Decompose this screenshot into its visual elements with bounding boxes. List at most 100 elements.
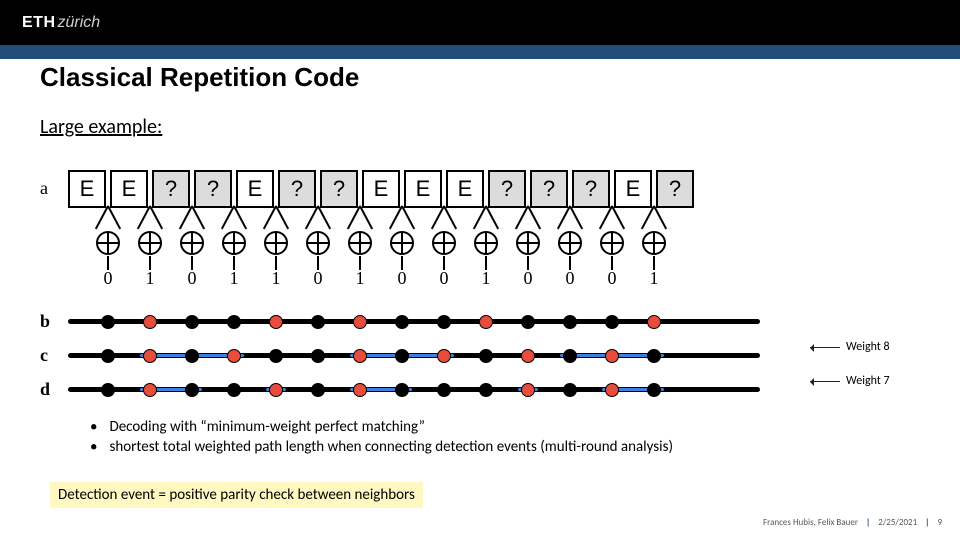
header-bar: ETH zürich: [0, 0, 960, 45]
bit-value: 1: [467, 268, 505, 289]
state-box: ?: [530, 170, 568, 208]
weight-c-label: Weight 8: [810, 340, 890, 354]
xor-icon: [557, 230, 583, 256]
xor-row: [68, 208, 828, 268]
black-dot-icon: [563, 315, 577, 329]
bit-value: 1: [215, 268, 253, 289]
bit-value: 0: [593, 268, 631, 289]
row-label-b: b: [40, 311, 50, 332]
bit-value: 0: [173, 268, 211, 289]
bit-value: 1: [635, 268, 673, 289]
red-dot-icon: [647, 315, 661, 329]
row-label-a: a: [40, 178, 48, 199]
track-c: c: [60, 339, 780, 373]
xor-icon: [137, 230, 163, 256]
state-box: ?: [152, 170, 190, 208]
state-box: ?: [656, 170, 694, 208]
footer-page: 9: [937, 517, 942, 528]
black-dot-icon: [647, 349, 661, 363]
black-dot-icon: [647, 383, 661, 397]
footer: Frances Hubis, Felix Bauer | 2/25/2021 |…: [763, 517, 942, 528]
logo-eth: ETH: [22, 14, 56, 32]
xor-cell: [341, 208, 379, 268]
weight-d-text: Weight 7: [846, 374, 890, 388]
bit-value: 0: [509, 268, 547, 289]
state-box: E: [362, 170, 400, 208]
dots-b: [89, 312, 673, 332]
xor-cell: [131, 208, 169, 268]
xor-icon: [179, 230, 205, 256]
black-dot-icon: [311, 383, 325, 397]
subtitle: Large example:: [40, 115, 920, 139]
black-dot-icon: [311, 315, 325, 329]
xor-icon: [305, 230, 331, 256]
black-dot-icon: [101, 349, 115, 363]
black-dot-icon: [395, 315, 409, 329]
black-dot-icon: [101, 315, 115, 329]
xor-icon: [473, 230, 499, 256]
state-box: E: [404, 170, 442, 208]
xor-cell: [656, 208, 694, 268]
black-dot-icon: [605, 315, 619, 329]
logo-zurich: zürich: [58, 14, 101, 32]
red-dot-icon: [143, 315, 157, 329]
red-dot-icon: [437, 349, 451, 363]
xor-cell: [593, 208, 631, 268]
footer-date: 2/25/2021: [878, 517, 917, 528]
title-accent-bar: [0, 45, 960, 59]
black-dot-icon: [185, 349, 199, 363]
xor-cell: [551, 208, 589, 268]
black-dot-icon: [437, 315, 451, 329]
state-boxes: EE??E??EEE???E?: [68, 170, 694, 208]
xor-icon: [389, 230, 415, 256]
xor-cell: [215, 208, 253, 268]
red-dot-icon: [143, 349, 157, 363]
row-label-c: c: [40, 345, 48, 366]
tracks: b c d: [60, 305, 820, 407]
red-dot-icon: [521, 383, 535, 397]
footer-authors: Frances Hubis, Felix Bauer: [763, 517, 858, 528]
definition-highlight: Detection event = positive parity check …: [50, 482, 423, 508]
dots-d: [89, 380, 673, 400]
xor-cell: [89, 208, 127, 268]
state-box: ?: [320, 170, 358, 208]
xor-cell: [383, 208, 421, 268]
arrow-left-icon: [810, 347, 840, 348]
xor-icon: [347, 230, 373, 256]
bit-value: 1: [257, 268, 295, 289]
red-dot-icon: [353, 383, 367, 397]
red-dot-icon: [479, 315, 493, 329]
black-dot-icon: [185, 315, 199, 329]
black-dot-icon: [311, 349, 325, 363]
black-dot-icon: [521, 315, 535, 329]
bit-value: 0: [383, 268, 421, 289]
xor-cell: [299, 208, 337, 268]
xor-cell: [467, 208, 505, 268]
black-dot-icon: [395, 349, 409, 363]
weight-d-label: Weight 7: [810, 374, 890, 388]
red-dot-icon: [605, 383, 619, 397]
track-b: b: [60, 305, 780, 339]
xor-cell: [173, 208, 211, 268]
xor-icon: [263, 230, 289, 256]
state-box: E: [614, 170, 652, 208]
xor-cell: [425, 208, 463, 268]
black-dot-icon: [563, 349, 577, 363]
xor-icon: [515, 230, 541, 256]
xor-icon: [221, 230, 247, 256]
xor-cell: [257, 208, 295, 268]
black-dot-icon: [437, 383, 451, 397]
red-dot-icon: [269, 383, 283, 397]
black-dot-icon: [185, 383, 199, 397]
footer-sep-icon: |: [866, 517, 870, 528]
xor-icon: [599, 230, 625, 256]
bullet-1: Decoding with “minimum-weight perfect ma…: [90, 418, 673, 436]
state-box: ?: [194, 170, 232, 208]
black-dot-icon: [269, 349, 283, 363]
black-dot-icon: [227, 315, 241, 329]
dots-c: [89, 346, 673, 366]
state-box: E: [446, 170, 484, 208]
black-dot-icon: [479, 349, 493, 363]
state-box: E: [236, 170, 274, 208]
red-dot-icon: [143, 383, 157, 397]
